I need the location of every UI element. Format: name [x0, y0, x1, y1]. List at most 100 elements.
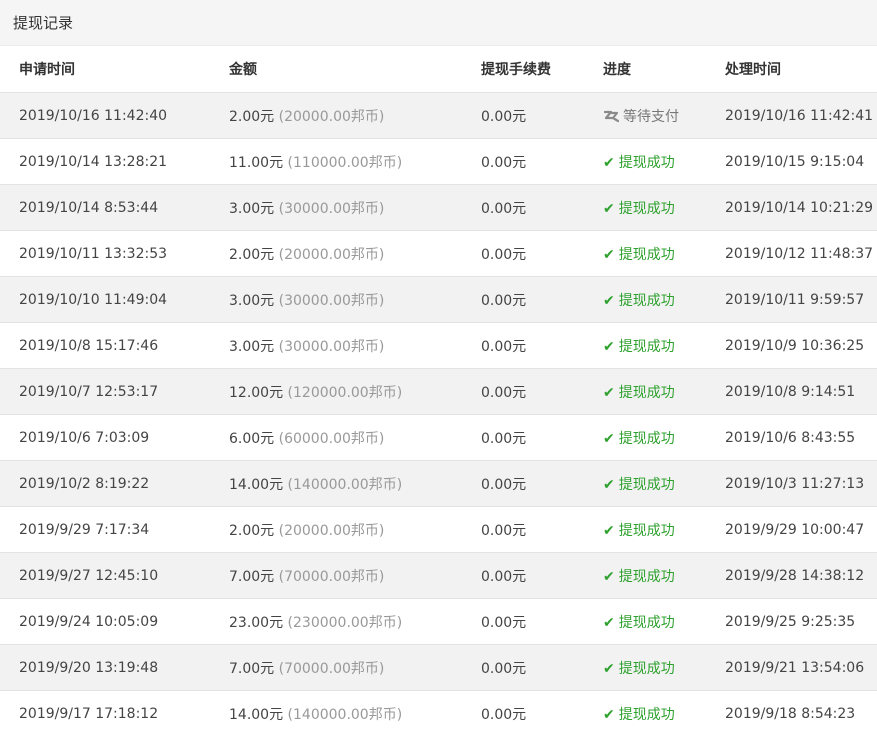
table-header-row: 申请时间 金额 提现手续费 进度 处理时间	[0, 46, 877, 93]
status-cell: ✔ 提现成功	[586, 552, 708, 599]
check-icon: ✔	[603, 660, 615, 677]
status-cell: ✔ 提现成功	[586, 690, 708, 737]
amount-value: 3.00元	[229, 200, 275, 217]
fee-cell: 0.00元	[464, 644, 586, 691]
status-label: 提现成功	[618, 522, 675, 539]
amount-value: 23.00元	[229, 614, 284, 631]
status-badge: ✔ 提现成功	[603, 201, 675, 217]
bangbi-value: (70000.00邦币)	[278, 660, 385, 677]
status-badge: ✔ 提现成功	[603, 523, 675, 539]
bangbi-value: (140000.00邦币)	[287, 706, 403, 723]
fee-cell: 0.00元	[464, 506, 586, 553]
amount-value: 12.00元	[229, 384, 284, 401]
header-fee: 提现手续费	[481, 62, 551, 78]
header-amount: 金额	[229, 62, 257, 78]
fee-cell: 0.00元	[464, 598, 586, 645]
check-icon: ✔	[603, 568, 615, 585]
table-row: 2019/10/7 12:53:17 12.00元 (120000.00邦币) …	[0, 368, 877, 415]
amount-value: 3.00元	[229, 292, 275, 309]
fee-cell: 0.00元	[464, 138, 586, 185]
apply-time-cell: 2019/10/8 15:17:46	[0, 322, 212, 369]
process-time-cell: 2019/10/15 9:15:04	[708, 138, 877, 185]
amount-value: 14.00元	[229, 706, 284, 723]
bangbi-value: (20000.00邦币)	[278, 522, 385, 539]
table-row: 2019/10/14 13:28:21 11.00元 (110000.00邦币)…	[0, 138, 877, 185]
withdrawal-table: 申请时间 金额 提现手续费 进度 处理时间 2019/10/16 11:42:4…	[0, 46, 877, 737]
process-time-cell: 2019/9/29 10:00:47	[708, 506, 877, 553]
apply-time-cell: 2019/9/27 12:45:10	[0, 552, 212, 599]
fee-cell: 0.00元	[464, 184, 586, 231]
process-time-cell: 2019/10/14 10:21:29	[708, 184, 877, 231]
pending-payment-icon	[603, 109, 623, 125]
amount-value: 2.00元	[229, 108, 275, 125]
fee-cell: 0.00元	[464, 368, 586, 415]
table-row: 2019/10/11 13:32:53 2.00元 (20000.00邦币) 0…	[0, 230, 877, 277]
amount-cell: 14.00元 (140000.00邦币)	[212, 690, 464, 737]
process-time-cell: 2019/10/8 9:14:51	[708, 368, 877, 415]
amount-cell: 7.00元 (70000.00邦币)	[212, 552, 464, 599]
apply-time-cell: 2019/10/7 12:53:17	[0, 368, 212, 415]
bangbi-value: (140000.00邦币)	[287, 476, 403, 493]
amount-value: 11.00元	[229, 154, 284, 171]
check-icon: ✔	[603, 338, 615, 355]
status-label: 提现成功	[618, 476, 675, 493]
fee-cell: 0.00元	[464, 230, 586, 277]
check-icon: ✔	[603, 246, 615, 263]
table-row: 2019/9/17 17:18:12 14.00元 (140000.00邦币) …	[0, 690, 877, 737]
status-cell: ✔ 提现成功	[586, 138, 708, 185]
status-cell: ✔ 提现成功	[586, 276, 708, 323]
fee-cell: 0.00元	[464, 92, 586, 139]
bangbi-value: (230000.00邦币)	[287, 614, 403, 631]
apply-time-cell: 2019/9/20 13:19:48	[0, 644, 212, 691]
status-label: 提现成功	[618, 568, 675, 585]
fee-cell: 0.00元	[464, 276, 586, 323]
apply-time-cell: 2019/9/24 10:05:09	[0, 598, 212, 645]
process-time-cell: 2019/9/21 13:54:06	[708, 644, 877, 691]
bangbi-value: (60000.00邦币)	[278, 430, 385, 447]
table-row: 2019/9/27 12:45:10 7.00元 (70000.00邦币) 0.…	[0, 552, 877, 599]
check-icon: ✔	[603, 430, 615, 447]
check-icon: ✔	[603, 614, 615, 631]
fee-cell: 0.00元	[464, 552, 586, 599]
amount-cell: 11.00元 (110000.00邦币)	[212, 138, 464, 185]
apply-time-cell: 2019/10/11 13:32:53	[0, 230, 212, 277]
fee-cell: 0.00元	[464, 322, 586, 369]
status-badge: ✔ 提现成功	[603, 293, 675, 309]
fee-cell: 0.00元	[464, 690, 586, 737]
amount-value: 14.00元	[229, 476, 284, 493]
bangbi-value: (20000.00邦币)	[278, 246, 385, 263]
amount-cell: 3.00元 (30000.00邦币)	[212, 322, 464, 369]
page-title: 提现记录	[13, 14, 74, 32]
fee-cell: 0.00元	[464, 414, 586, 461]
status-label: 提现成功	[618, 338, 675, 355]
status-badge: ✔ 提现成功	[603, 477, 675, 493]
apply-time-cell: 2019/10/6 7:03:09	[0, 414, 212, 461]
amount-cell: 6.00元 (60000.00邦币)	[212, 414, 464, 461]
amount-cell: 2.00元 (20000.00邦币)	[212, 230, 464, 277]
apply-time-cell: 2019/10/10 11:49:04	[0, 276, 212, 323]
amount-cell: 12.00元 (120000.00邦币)	[212, 368, 464, 415]
bangbi-value: (30000.00邦币)	[278, 338, 385, 355]
apply-time-cell: 2019/9/29 7:17:34	[0, 506, 212, 553]
header-apply-time: 申请时间	[19, 62, 75, 78]
apply-time-cell: 2019/10/14 8:53:44	[0, 184, 212, 231]
page-header: 提现记录	[0, 0, 877, 46]
apply-time-cell: 2019/10/16 11:42:40	[0, 92, 212, 139]
bangbi-value: (110000.00邦币)	[287, 154, 403, 171]
amount-value: 7.00元	[229, 660, 275, 677]
apply-time-cell: 2019/9/17 17:18:12	[0, 690, 212, 737]
table-row: 2019/10/6 7:03:09 6.00元 (60000.00邦币) 0.0…	[0, 414, 877, 461]
table-row: 2019/10/16 11:42:40 2.00元 (20000.00邦币) 0…	[0, 92, 877, 139]
bangbi-value: (70000.00邦币)	[278, 568, 385, 585]
status-label: 提现成功	[618, 292, 675, 309]
status-cell: ✔ 提现成功	[586, 184, 708, 231]
status-label: 提现成功	[618, 200, 675, 217]
status-label: 等待支付	[623, 108, 679, 125]
bangbi-value: (30000.00邦币)	[278, 200, 385, 217]
check-icon: ✔	[603, 522, 615, 539]
header-progress: 进度	[603, 62, 631, 78]
status-badge: ✔ 提现成功	[603, 661, 675, 677]
process-time-cell: 2019/10/9 10:36:25	[708, 322, 877, 369]
status-badge: 等待支付	[603, 109, 679, 125]
status-badge: ✔ 提现成功	[603, 431, 675, 447]
